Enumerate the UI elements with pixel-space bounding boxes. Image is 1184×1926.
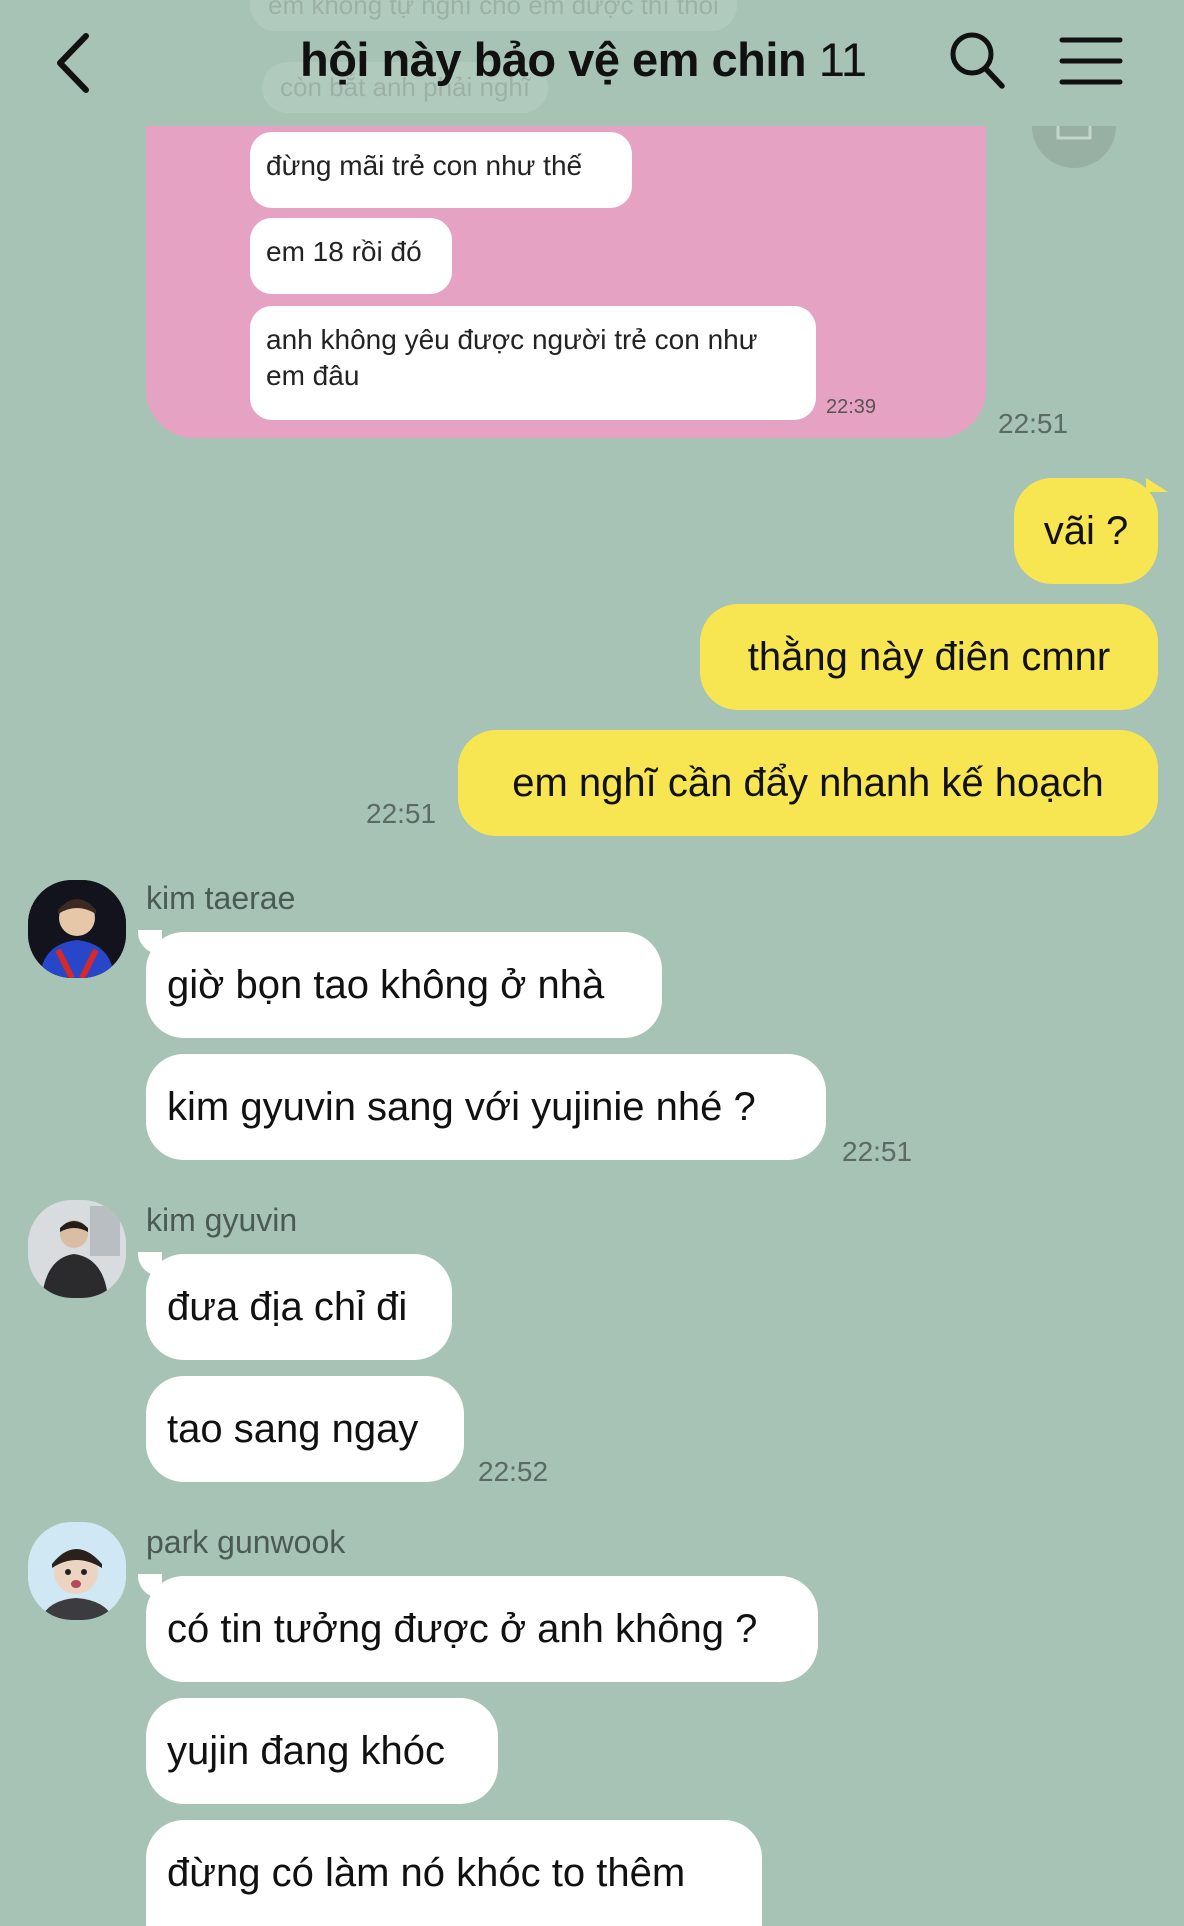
- avatar[interactable]: [28, 880, 126, 978]
- screenshot-bubble: anh không yêu được người trẻ con như em …: [250, 306, 816, 420]
- group-name: hội này bảo vệ em chin: [300, 33, 807, 86]
- their-message-bubble[interactable]: đưa địa chỉ đi: [146, 1254, 452, 1360]
- avatar[interactable]: [28, 1522, 126, 1620]
- their-message-bubble[interactable]: yujin đang khóc: [146, 1698, 498, 1804]
- faded-message: em không tự nghĩ cho em được thì thôi: [250, 0, 737, 31]
- member-count: 11: [818, 33, 867, 86]
- bubble-tail: [1146, 478, 1168, 492]
- search-icon[interactable]: [946, 28, 1008, 94]
- chat-header: em không tự nghĩ cho em được thì thôi cò…: [0, 0, 1184, 126]
- my-message-bubble[interactable]: thằng này điên cmnr: [700, 604, 1158, 710]
- sender-name: kim gyuvin: [146, 1202, 298, 1238]
- message-time: 22:51: [998, 408, 1069, 439]
- avatar[interactable]: [28, 1200, 126, 1298]
- their-message-bubble[interactable]: tao sang ngay: [146, 1376, 464, 1482]
- chat-title: hội này bảo vệ em chin 11: [300, 32, 867, 87]
- message-time: 22:52: [478, 1456, 549, 1487]
- message-time: 22:51: [842, 1136, 913, 1167]
- sender-name: kim taerae: [146, 880, 296, 916]
- screenshot-image-message[interactable]: đừng mãi trẻ con như thế em 18 rồi đó an…: [146, 110, 986, 438]
- back-icon[interactable]: [46, 26, 106, 100]
- their-message-bubble[interactable]: giờ bọn tao không ở nhà: [146, 932, 662, 1038]
- their-message-bubble[interactable]: đừng có làm nó khóc to thêm: [146, 1820, 762, 1926]
- their-message-bubble[interactable]: kim gyuvin sang với yujinie nhé ?: [146, 1054, 826, 1160]
- their-message-bubble[interactable]: có tin tưởng được ở anh không ?: [146, 1576, 818, 1682]
- menu-icon[interactable]: [1058, 32, 1124, 90]
- screenshot-bubble: em 18 rồi đó: [250, 218, 452, 294]
- screenshot-time: 22:39: [826, 396, 877, 418]
- my-message-bubble[interactable]: vãi ?: [1014, 478, 1158, 584]
- screenshot-bubble: đừng mãi trẻ con như thế: [250, 132, 632, 208]
- message-time: 22:51: [366, 798, 437, 829]
- my-message-bubble[interactable]: em nghĩ cần đẩy nhanh kế hoạch: [458, 730, 1158, 836]
- sender-name: park gunwook: [146, 1524, 346, 1560]
